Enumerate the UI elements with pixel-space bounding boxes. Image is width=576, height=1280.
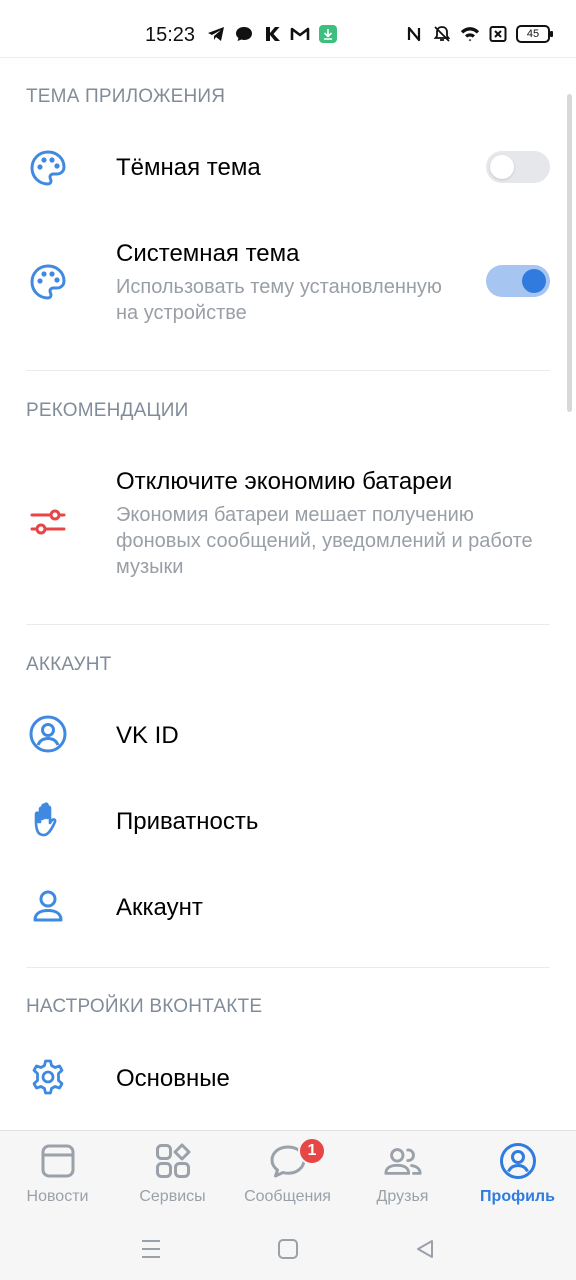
system-theme-label: Системная тема [116,240,300,267]
toggle-knob [490,155,514,179]
privacy-label: Приватность [116,808,259,835]
status-bar: 15:23 45 [0,0,576,58]
k-icon [262,24,282,44]
section-title-theme: ТЕМА ПРИЛОЖЕНИЯ [26,86,226,107]
section-title-vk-settings: НАСТРОЙКИ ВКОНТАКТЕ [26,996,263,1017]
divider [26,967,550,968]
hand-icon [26,798,70,842]
scrollbar[interactable] [567,94,572,412]
system-navigation-bar [0,1220,576,1280]
gmail-icon [290,24,310,44]
notification-icons [206,24,338,44]
user-circle-icon [26,712,70,756]
toggle-knob [522,269,546,293]
palette-icon [26,146,70,190]
tab-news[interactable]: Новости [0,1131,115,1221]
unread-badge: 1 [298,1137,326,1165]
dark-theme-toggle[interactable] [486,151,550,183]
bell-off-icon [432,24,452,44]
general-settings-label: Основные [116,1065,230,1092]
vk-id-label: VK ID [116,722,179,749]
tab-label: Сообщения [244,1188,331,1205]
nfc-icon [404,24,424,44]
status-time: 15:23 [145,24,196,46]
tab-messages[interactable]: 1 Сообщения [230,1131,345,1221]
download-icon [318,24,338,44]
tab-services[interactable]: Сервисы [115,1131,230,1221]
bottom-tab-bar: Новости Сервисы 1 Сообщения Друзья Профи… [0,1130,576,1220]
section-title-account: АККАУНТ [26,654,112,675]
account-label: Аккаунт [116,894,203,921]
battery-icon: 45 [516,25,553,43]
palette-icon [26,260,70,304]
tab-label: Новости [26,1188,89,1205]
home-icon[interactable] [273,1234,303,1264]
tab-label: Друзья [376,1188,429,1205]
section-title-recommendations: РЕКОМЕНДАЦИИ [26,400,189,421]
battery-saver-description: Экономия батареи мешает получению фоновы… [116,504,533,578]
system-theme-toggle[interactable] [486,265,550,297]
sliders-icon [26,500,70,544]
tab-label: Сервисы [139,1188,206,1205]
tab-label: Профиль [480,1188,555,1205]
services-icon [153,1141,193,1181]
back-icon[interactable] [410,1234,440,1264]
wifi-icon [460,24,480,44]
tab-profile[interactable]: Профиль [460,1131,575,1221]
friends-icon [383,1141,423,1181]
divider [26,624,550,625]
sim-off-icon [488,24,508,44]
divider [26,370,550,371]
profile-icon [498,1141,538,1181]
gear-icon [26,1055,70,1099]
chat-bubble-icon [234,24,254,44]
system-status-icons: 45 [404,24,553,44]
dark-theme-label: Тёмная тема [116,154,261,181]
settings-list[interactable]: ТЕМА ПРИЛОЖЕНИЯ Тёмная тема Системная те… [0,58,576,1130]
menu-icon[interactable] [136,1234,166,1264]
news-icon [38,1141,78,1181]
telegram-icon [206,24,226,44]
user-icon [26,884,70,928]
system-theme-description: Использовать тему установленную на устро… [116,276,442,324]
battery-saver-title: Отключите экономию батареи [116,468,453,495]
tab-friends[interactable]: Друзья [345,1131,460,1221]
